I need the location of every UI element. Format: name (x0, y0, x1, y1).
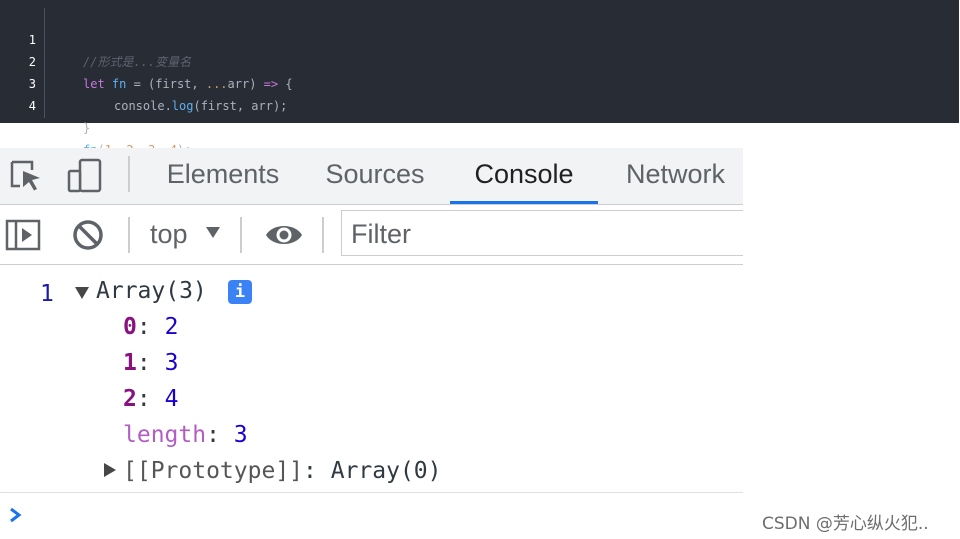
code-line: 1 //形式是...变量名 (0, 7, 191, 69)
code-line: 5 fn(1, 2, 3, 4); (0, 95, 192, 157)
code-line: 3 console.log(first, arr); (0, 51, 288, 113)
item-key: 1 (123, 350, 137, 376)
tab-sources[interactable]: Sources (310, 148, 440, 204)
code-token: ... (205, 77, 228, 91)
code-block: 1 //形式是...变量名 2 let fn = (first, ...arr)… (0, 0, 959, 157)
code-token: fn (111, 77, 127, 91)
toolbar-divider (322, 217, 324, 253)
chevron-right-icon[interactable] (8, 506, 24, 529)
array-item: 1: 3 (123, 350, 179, 376)
array-length: length: 3 (123, 422, 248, 448)
item-value: 3 (164, 350, 179, 376)
code-token: arr) (227, 77, 264, 91)
prototype-row[interactable]: [[Prototype]]: Array(0) (123, 458, 442, 484)
dropdown-arrow-icon[interactable] (206, 225, 220, 244)
eye-icon[interactable] (265, 217, 302, 253)
code-token: = (first, (126, 77, 206, 91)
console-toolbar: top (0, 205, 743, 265)
expand-arrow-icon[interactable] (75, 287, 89, 299)
code-token: console. (114, 99, 172, 113)
console-line-number: 1 (40, 281, 54, 307)
filter-box (341, 210, 743, 257)
line-number: 5 (28, 121, 36, 135)
item-key: 2 (123, 386, 137, 412)
context-selector[interactable]: top (150, 205, 188, 264)
code-comment: //形式是...变量名 (83, 55, 192, 69)
expand-arrow-icon[interactable] (104, 463, 116, 477)
watermark: CSDN @芳心纵火犯.. (762, 514, 929, 534)
code-token: } (83, 121, 91, 135)
toolbar-divider (128, 156, 130, 192)
length-value: 3 (233, 422, 248, 448)
clear-console-icon[interactable] (70, 217, 106, 253)
array-item: 2: 4 (123, 386, 179, 412)
tab-network[interactable]: Network (608, 148, 743, 204)
array-label[interactable]: Array(3) (96, 278, 207, 304)
array-item: 0: 2 (123, 314, 179, 340)
code-token: => (263, 77, 279, 91)
item-value: 4 (164, 386, 179, 412)
code-token: { (278, 77, 293, 91)
item-value: 2 (164, 314, 179, 340)
filter-input[interactable] (342, 211, 733, 257)
prototype-key: [[Prototype]] (123, 458, 304, 484)
sidebar-toggle-icon[interactable] (5, 217, 41, 253)
tab-elements[interactable]: Elements (150, 148, 296, 204)
toolbar-divider (128, 217, 130, 253)
tab-console[interactable]: Console (450, 148, 598, 204)
code-line: 2 let fn = (first, ...arr) => { (0, 29, 293, 91)
toolbar-divider (240, 217, 242, 253)
info-icon[interactable]: i (228, 280, 252, 304)
prompt-divider (0, 492, 743, 493)
prototype-value: Array(0) (330, 458, 442, 484)
code-token: log (171, 99, 194, 113)
item-key: 0 (123, 314, 137, 340)
code-token: (first, arr); (193, 99, 288, 113)
code-token: let (83, 77, 105, 91)
device-toolbar-icon[interactable] (66, 158, 102, 194)
length-key: length (123, 422, 207, 448)
active-tab-indicator (450, 201, 598, 204)
gutter-divider (44, 8, 45, 118)
devtools-tabbar: Elements Sources Console Network (0, 148, 743, 205)
inspect-element-icon[interactable] (8, 158, 44, 194)
code-line: 4 } (0, 73, 90, 135)
